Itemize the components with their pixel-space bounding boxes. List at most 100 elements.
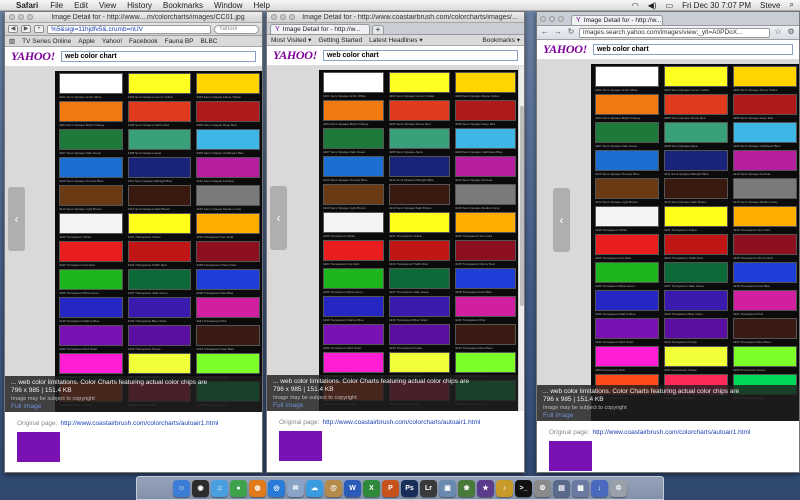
thumbnail[interactable]	[17, 432, 60, 462]
wifi-icon[interactable]: ◠	[632, 1, 639, 10]
minimize-button[interactable]	[18, 14, 24, 20]
garageband-icon[interactable]: ♪	[496, 479, 513, 497]
back-button[interactable]: ◀	[8, 25, 18, 33]
zoom-button[interactable]	[289, 14, 295, 20]
bookmark-item[interactable]: Most Visited ▾	[271, 36, 311, 44]
menu-history[interactable]: History	[127, 1, 152, 10]
color-chart-image[interactable]: 4201 Semi Opaque Arctic White 4202 Semi O…	[591, 64, 799, 421]
menu-app-name[interactable]: Safari	[16, 1, 38, 10]
yahoo-search-input[interactable]: web color chart	[322, 50, 518, 61]
preview-icon[interactable]: ▣	[439, 479, 456, 497]
prev-image-button[interactable]: ‹	[270, 186, 287, 250]
new-tab-button[interactable]: +	[372, 25, 384, 34]
bookmark-star-icon[interactable]: ☆	[773, 27, 783, 37]
vertical-scrollbar[interactable]	[518, 66, 524, 411]
thumbnail[interactable]	[279, 431, 322, 461]
bookmark-item[interactable]: Yahoo!	[102, 38, 122, 45]
menu-window[interactable]: Window	[214, 1, 242, 10]
bookmarks-menu-button[interactable]: Bookmarks ▾	[482, 36, 520, 44]
tab-image-detail[interactable]: Y Image Detail for - http://w...	[571, 15, 663, 25]
imovie-icon[interactable]: ★	[477, 479, 494, 497]
window-titlebar[interactable]: Image Detail for - http://www....m/color…	[5, 12, 262, 23]
zoom-button[interactable]	[27, 14, 33, 20]
address-bar[interactable]: images.search.yahoo.com/images/view;_ylt…	[579, 27, 770, 38]
search-field[interactable]: Yahoo!	[214, 24, 259, 34]
bookmark-item[interactable]: Apple	[78, 38, 95, 45]
full-image-link[interactable]: Full Image	[543, 412, 793, 420]
tab-image-detail[interactable]: Y Image Detail for - http://w...	[270, 24, 370, 34]
menubar-clock[interactable]: Fri Dec 30 7:07 PM	[682, 1, 751, 10]
close-button[interactable]	[271, 14, 277, 20]
wrench-menu-icon[interactable]: ⚙	[786, 27, 796, 37]
thumbnail[interactable]	[549, 441, 592, 471]
powerpoint-icon[interactable]: P	[382, 479, 399, 497]
bookmark-item[interactable]: Facebook	[129, 38, 158, 45]
menu-view[interactable]: View	[99, 1, 116, 10]
trash-icon[interactable]: ♲	[610, 479, 627, 497]
original-page-link[interactable]: http://www.coastairbrush.com/colorcharts…	[60, 420, 218, 427]
bookmark-item[interactable]: BLBC	[201, 38, 218, 45]
menu-file[interactable]: File	[50, 1, 63, 10]
address-bar[interactable]: %5&sigi=11hjdfv5&.crumb=nUV	[47, 24, 211, 34]
color-chip-label: 4206 Semi Opaque Deep Red	[196, 123, 237, 127]
add-bookmark-button[interactable]: +	[34, 25, 44, 33]
window-titlebar[interactable]: Image Detail for - http://www.coastairbr…	[267, 12, 524, 23]
photoshop-icon[interactable]: Ps	[401, 479, 418, 497]
original-page-link[interactable]: http://www.coastairbrush.com/colorcharts…	[322, 419, 480, 426]
iphoto-icon[interactable]: ❀	[458, 479, 475, 497]
zoom-button[interactable]	[558, 15, 564, 22]
finder-icon[interactable]: ☺	[173, 479, 190, 497]
mail-icon[interactable]: ✉	[287, 479, 304, 497]
downloads-icon[interactable]: ↓	[591, 479, 608, 497]
volume-icon[interactable]: ◀)	[648, 1, 657, 10]
itunes-icon[interactable]: ♫	[211, 479, 228, 497]
bookmarks-book-icon[interactable]: ▥	[9, 37, 15, 45]
menu-help[interactable]: Help	[253, 1, 269, 10]
spotlight-icon[interactable]: ⌕	[790, 0, 794, 10]
excel-icon[interactable]: X	[363, 479, 380, 497]
bookmark-item[interactable]: Fauna BP	[165, 38, 194, 45]
original-page-link[interactable]: http://www.coastairbrush.com/colorcharts…	[592, 429, 750, 436]
close-button[interactable]	[540, 15, 546, 22]
minimize-button[interactable]	[549, 15, 555, 22]
ichat-icon[interactable]: ☁	[306, 479, 323, 497]
menubar-user[interactable]: Steve	[760, 1, 780, 10]
yahoo-search-input[interactable]: web color chart	[60, 51, 256, 62]
back-button[interactable]: ←	[540, 27, 550, 37]
color-chip-swatch	[664, 178, 728, 199]
safari-icon[interactable]: ◎	[268, 479, 285, 497]
yahoo-logo[interactable]: YAHOO!	[543, 42, 587, 57]
minimize-button[interactable]	[280, 14, 286, 20]
addressbook-icon[interactable]: @	[325, 479, 342, 497]
yahoo-logo[interactable]: YAHOO!	[273, 48, 317, 63]
lightroom-icon[interactable]: Lr	[420, 479, 437, 497]
utilities-icon[interactable]: ▤	[553, 479, 570, 497]
prev-image-button[interactable]: ‹	[8, 187, 25, 251]
scrollbar-thumb[interactable]	[520, 106, 524, 306]
forward-button[interactable]: ▶	[21, 25, 31, 33]
bookmark-item[interactable]: Latest Headlines ▾	[369, 36, 423, 44]
menu-bookmarks[interactable]: Bookmarks	[163, 1, 203, 10]
dashboard-icon[interactable]: ◉	[192, 479, 209, 497]
forward-button[interactable]: →	[553, 27, 563, 37]
reload-button[interactable]: ↻	[566, 27, 576, 37]
color-chart-image[interactable]: 4201 Semi Opaque Arctic White 4202 Semi O…	[319, 70, 518, 411]
battery-icon[interactable]: ▭	[666, 1, 674, 10]
bookmark-item[interactable]: Getting Started	[318, 37, 362, 44]
yahoo-logo[interactable]: YAHOO!	[11, 49, 55, 64]
firefox-icon[interactable]: ◍	[249, 479, 266, 497]
full-image-link[interactable]: Full Image	[11, 403, 256, 411]
word-icon[interactable]: W	[344, 479, 361, 497]
systemprefs-icon[interactable]: ⚙	[534, 479, 551, 497]
full-image-link[interactable]: Full Image	[273, 402, 512, 410]
yahoo-search-input[interactable]: web color chart	[592, 44, 793, 55]
terminal-icon[interactable]: >_	[515, 479, 532, 497]
close-button[interactable]	[9, 14, 15, 20]
color-chart-image[interactable]: 4201 Semi Opaque Arctic White 4202 Semi O…	[55, 71, 262, 412]
bookmark-item[interactable]: TV Series Online	[22, 38, 71, 45]
prev-image-button[interactable]: ‹	[553, 188, 570, 252]
documents-icon[interactable]: ▦	[572, 479, 589, 497]
color-chip-grid: 4201 Semi Opaque Arctic White 4202 Semi O…	[595, 66, 797, 402]
chrome-icon[interactable]: ●	[230, 479, 247, 497]
menu-edit[interactable]: Edit	[74, 1, 88, 10]
